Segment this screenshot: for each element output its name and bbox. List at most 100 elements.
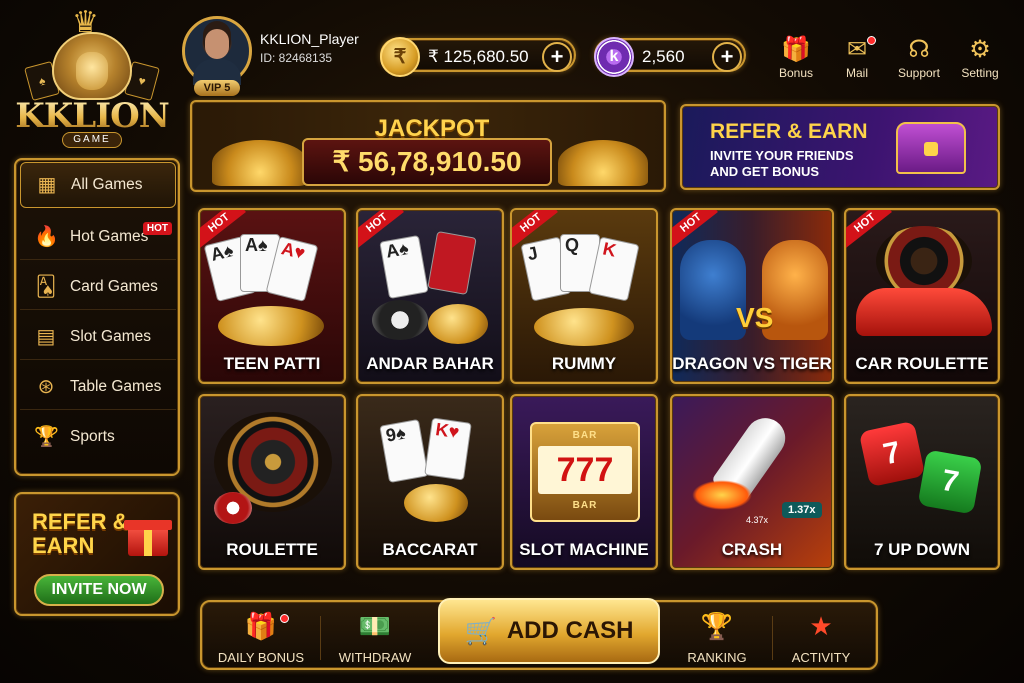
game-tile-rummy[interactable]: J Q K HOT RUMMY [510,208,658,384]
poker-chip-icon [214,492,252,524]
gift-icon: 🎁 [781,36,811,63]
gold-pile-icon [212,140,308,186]
game-title: CAR ROULETTE [855,354,989,373]
mail-label: Mail [845,66,868,80]
game-title: TEEN PATTI [223,354,321,373]
withdraw-button[interactable]: 💵 WITHDRAW [320,610,430,665]
sidebar-item-label: Hot Games [70,227,149,245]
game-tile-dragon-vs-tiger[interactable]: VS HOT DRAGON VS TIGER [670,208,834,384]
logo-subtitle: GAME [62,132,122,148]
refer-earn-banner[interactable]: REFER & EARN INVITE YOUR FRIENDS AND GET… [680,104,1000,190]
multiplier-badge: 1.37x [782,502,822,518]
ranking-button[interactable]: 🏆 RANKING [662,610,772,665]
sidebar-item-table-games[interactable]: ⊛ Table Games [20,364,176,410]
game-tile-car-roulette[interactable]: HOT CAR ROULETTE [844,208,1000,384]
withdraw-label: WITHDRAW [338,650,412,665]
gift-icon: 🎁 [244,611,278,641]
game-tile-slot-machine[interactable]: BAR 777 BAR SLOT MACHINE [510,394,658,570]
sidebar-item-label: Sports [70,428,115,445]
bonus-label: Bonus [778,66,814,80]
sidebar-item-all-games[interactable]: ▦ All Games [20,162,176,208]
invite-now-button[interactable]: INVITE NOW [34,574,164,606]
player-id: ID: 82468135 [260,51,333,65]
game-tile-baccarat[interactable]: 9♠ K♥ BACCARAT [356,394,504,570]
game-title: ROULETTE [226,540,318,559]
refer-earn-card[interactable]: REFER & EARN INVITE NOW [14,492,180,616]
chip-icon: k [594,37,634,77]
game-title: 7 UP DOWN [873,540,971,559]
game-title: BACCARAT [382,540,478,559]
game-tile-crash[interactable]: 1.37x 4.37x CRASH [670,394,834,570]
green-dice-icon: 7 [917,449,983,515]
refer-banner-title: REFER & EARN [710,120,868,143]
king-card-icon: K♥ [424,417,472,481]
versus-label: VS [736,302,774,333]
bonus-button[interactable]: 🎁 Bonus [766,36,826,80]
gold-pile-icon [558,140,648,186]
ace-card-icon: A♠ [379,234,429,300]
support-button[interactable]: ☊ Support [889,36,949,80]
game-tile-andar-bahar[interactable]: A♠ HOT ANDAR BAHAR [356,208,504,384]
support-label: Support [897,66,941,80]
add-coins-plus-button[interactable]: + [712,42,742,72]
jackpot-amount: ₹ 56,78,910.50 [302,138,552,186]
game-title: ANDAR BAHAR [366,354,494,373]
lion-icon [52,32,132,100]
flame-icon [692,480,752,510]
game-title: SLOT MACHINE [519,540,649,559]
trophy-icon: 🏆 [34,426,59,448]
game-tile-teen-patti[interactable]: A♠ A♠ A♥ HOT TEEN PATTI [198,208,346,384]
poker-chip-icon [372,300,428,340]
treasure-chest-icon [896,122,966,174]
multiplier-badge: 4.37x [746,515,769,525]
add-cash-label: ADD CASH [506,617,634,644]
game-title: RUMMY [551,354,617,373]
add-cash-plus-button[interactable]: + [542,42,572,72]
ranking-label: RANKING [687,650,747,665]
app-logo: ♛ ♠ ♥ KKLION GAME [14,8,170,154]
chip-icon: ⊛ [37,375,55,398]
slot-icon: ▤ [36,325,56,348]
gift-box-icon [124,510,172,558]
sidebar-item-label: Table Games [70,377,162,395]
notification-dot [867,36,876,45]
activity-label: ACTIVITY [791,650,851,665]
game-tile-roulette[interactable]: ROULETTE [198,394,346,570]
mail-button[interactable]: ✉ Mail [827,36,887,80]
refer-banner-subtitle: INVITE YOUR FRIENDS AND GET BONUS [710,148,854,179]
hot-badge: HOT [142,222,172,235]
setting-button[interactable]: ⚙ Setting [950,36,1010,80]
star-icon: ★ [809,611,833,641]
add-cash-button[interactable]: 🛒 ADD CASH [438,598,660,664]
cash-note-icon: 💵 [358,611,392,641]
cards-icon: 🂡 [35,275,57,298]
nine-card-icon: 9♠ [379,418,429,484]
activity-button[interactable]: ★ ACTIVITY [766,610,876,665]
sports-car-icon [856,288,992,336]
avatar[interactable] [182,16,252,86]
cash-balance-value: ₹ 125,680.50 [428,47,529,66]
gear-icon: ⚙ [969,36,991,63]
rupee-coin-icon: ₹ [380,37,420,77]
slot-machine-icon: BAR 777 BAR [530,422,640,522]
mail-icon: ✉ [846,36,868,63]
game-tile-7-up-down[interactable]: 7 7 7 UP DOWN [844,394,1000,570]
sidebar-item-sports[interactable]: 🏆 Sports [20,414,176,460]
sidebar-item-label: Slot Games [70,327,151,345]
coins-icon [404,484,468,522]
roulette-wheel-icon [876,226,972,296]
coins-icon [428,304,488,344]
sidebar-item-hot-games[interactable]: 🔥 Hot Games HOT [20,214,176,260]
sidebar-item-card-games[interactable]: 🂡 Card Games [20,264,176,310]
sidebar-item-slot-games[interactable]: ▤ Slot Games [20,314,176,360]
daily-bonus-button[interactable]: 🎁 DAILY BONUS [206,610,316,665]
flame-icon: 🔥 [34,225,59,248]
sidebar: ▦ All Games 🔥 Hot Games HOT 🂡 Card Games… [14,158,180,476]
jackpot-banner: JACKPOT ₹ 56,78,910.50 [190,100,666,192]
sidebar-item-label: Card Games [70,277,158,295]
cash-balance: ₹ ₹ 125,680.50 + [380,37,576,77]
headset-icon: ☊ [908,36,930,63]
red-dice-icon: 7 [858,420,926,488]
trophy-icon: 🏆 [700,611,734,641]
setting-label: Setting [961,66,999,80]
